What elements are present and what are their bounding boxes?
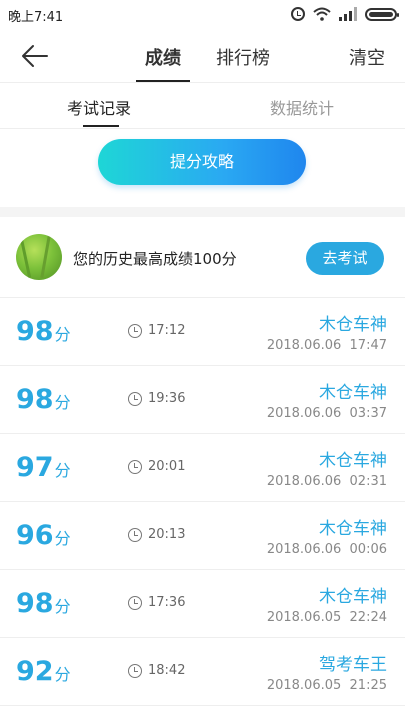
duration: 20:01 xyxy=(128,459,185,474)
duration: 19:36 xyxy=(128,391,185,406)
record-row[interactable]: 96分 20:13 木仓车神 2018.06.06 00:06 xyxy=(0,502,405,570)
subtab-exam-records[interactable]: 考试记录 xyxy=(67,95,131,127)
strategy-area: 提分攻略 xyxy=(0,129,405,207)
score: 98分 xyxy=(16,316,71,347)
score-unit: 分 xyxy=(54,325,71,344)
duration-value: 20:13 xyxy=(148,527,186,542)
record-title: 驾考车王 xyxy=(319,655,387,675)
clock-icon xyxy=(128,663,142,678)
record-date: 2018.06.05 xyxy=(266,610,342,625)
score: 98分 xyxy=(16,588,71,619)
score-value: 98 xyxy=(16,316,54,347)
status-icons xyxy=(291,7,399,21)
score-value: 98 xyxy=(16,588,54,619)
score-value: 98 xyxy=(16,384,54,415)
battery-icon xyxy=(365,7,399,21)
score-unit: 分 xyxy=(54,665,71,684)
record-datetime: 2018.06.05 21:25 xyxy=(267,678,387,693)
record-time: 03:37 xyxy=(349,406,387,421)
record-list: 98分 17:12 木仓车神 2018.06.06 17:47 98分 19:3… xyxy=(0,298,405,706)
score: 97分 xyxy=(16,452,71,483)
record-time: 22:24 xyxy=(349,610,387,625)
record-datetime: 2018.06.06 03:37 xyxy=(267,406,387,421)
record-title: 木仓车神 xyxy=(319,519,387,539)
wifi-icon xyxy=(313,7,331,21)
score-value: 97 xyxy=(16,452,54,483)
record-datetime: 2018.06.06 17:47 xyxy=(267,338,387,353)
avatar xyxy=(16,234,62,280)
alarm-icon xyxy=(291,7,305,21)
record-date: 2018.06.05 xyxy=(266,678,342,693)
score-unit: 分 xyxy=(54,461,71,480)
duration: 17:12 xyxy=(128,323,185,338)
header: 成绩 排行榜 清空 xyxy=(0,30,405,83)
signal-icon xyxy=(339,7,357,21)
record-date: 2018.06.06 xyxy=(266,338,342,353)
record-time: 02:31 xyxy=(349,474,387,489)
record-datetime: 2018.06.06 02:31 xyxy=(267,474,387,489)
section-divider xyxy=(0,207,405,217)
duration: 17:36 xyxy=(128,595,185,610)
sub-tabs: 考试记录 数据统计 xyxy=(0,83,405,129)
record-datetime: 2018.06.05 22:24 xyxy=(267,610,387,625)
record-title: 木仓车神 xyxy=(319,315,387,335)
clear-button[interactable]: 清空 xyxy=(349,44,385,70)
record-row[interactable]: 98分 17:36 木仓车神 2018.06.05 22:24 xyxy=(0,570,405,638)
record-time: 00:06 xyxy=(349,542,387,557)
record-title: 木仓车神 xyxy=(319,587,387,607)
record-row[interactable]: 98分 19:36 木仓车神 2018.06.06 03:37 xyxy=(0,366,405,434)
status-bar: 晚上7:41 xyxy=(0,0,405,30)
score: 92分 xyxy=(16,656,71,687)
record-time: 17:47 xyxy=(349,338,387,353)
score: 96分 xyxy=(16,520,71,551)
score: 98分 xyxy=(16,384,71,415)
duration-value: 17:12 xyxy=(148,323,186,338)
clock-icon xyxy=(128,391,142,406)
tab-ranking[interactable]: 排行榜 xyxy=(216,44,270,70)
clock-icon xyxy=(128,459,142,474)
clock-icon xyxy=(128,323,142,338)
back-arrow-icon[interactable] xyxy=(20,42,50,70)
duration: 18:42 xyxy=(128,663,185,678)
duration: 20:13 xyxy=(128,527,185,542)
score-value: 92 xyxy=(16,656,54,687)
record-date: 2018.06.06 xyxy=(266,474,342,489)
record-time: 21:25 xyxy=(349,678,387,693)
duration-value: 18:42 xyxy=(148,663,186,678)
record-row[interactable]: 92分 18:42 驾考车王 2018.06.05 21:25 xyxy=(0,638,405,706)
record-datetime: 2018.06.06 00:06 xyxy=(267,542,387,557)
clock-icon xyxy=(128,595,142,610)
subtab-statistics[interactable]: 数据统计 xyxy=(270,95,334,119)
best-score-row: 您的历史最高成绩100分 去考试 xyxy=(0,217,405,298)
tab-score[interactable]: 成绩 xyxy=(136,44,190,82)
record-row[interactable]: 97分 20:01 木仓车神 2018.06.06 02:31 xyxy=(0,434,405,502)
record-title: 木仓车神 xyxy=(319,383,387,403)
status-time: 晚上7:41 xyxy=(8,10,64,25)
duration-value: 20:01 xyxy=(148,459,186,474)
score-unit: 分 xyxy=(54,393,71,412)
go-exam-button[interactable]: 去考试 xyxy=(306,242,384,275)
duration-value: 19:36 xyxy=(148,391,186,406)
score-value: 96 xyxy=(16,520,54,551)
score-unit: 分 xyxy=(54,529,71,548)
score-unit: 分 xyxy=(54,597,71,616)
best-score-text: 您的历史最高成绩100分 xyxy=(73,250,237,268)
clock-icon xyxy=(128,527,142,542)
record-row[interactable]: 98分 17:12 木仓车神 2018.06.06 17:47 xyxy=(0,298,405,366)
strategy-button[interactable]: 提分攻略 xyxy=(98,139,306,185)
record-date: 2018.06.06 xyxy=(266,406,342,421)
record-title: 木仓车神 xyxy=(319,451,387,471)
record-date: 2018.06.06 xyxy=(266,542,342,557)
duration-value: 17:36 xyxy=(148,595,186,610)
